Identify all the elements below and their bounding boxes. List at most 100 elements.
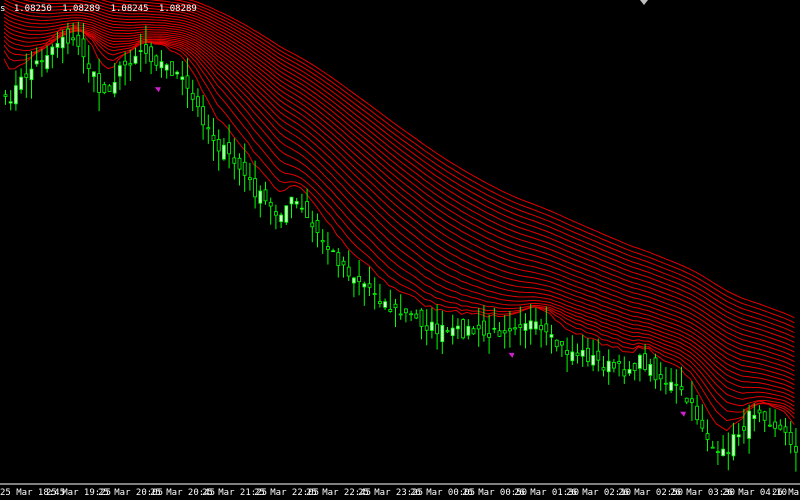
ohlc-header: s 1.08250 1.08289 1.08245 1.08289: [0, 2, 202, 16]
candle-body: [138, 50, 143, 53]
candle-body: [206, 127, 211, 130]
candle-body: [762, 411, 767, 421]
candle-body: [560, 341, 564, 346]
candles: [3, 21, 798, 472]
candle-body: [679, 386, 684, 391]
candle-body: [497, 330, 502, 337]
candle-body: [305, 201, 310, 219]
candle-body: [435, 323, 440, 335]
candle-body: [393, 303, 398, 309]
candle-body: [742, 426, 746, 431]
candle-body: [3, 94, 8, 97]
candle-body: [13, 85, 18, 105]
candle-body: [86, 63, 91, 70]
candle-body: [169, 61, 174, 76]
candle-body: [575, 352, 580, 356]
signal-arrow-icon: [154, 87, 161, 93]
candle-body: [232, 157, 237, 164]
candle-body: [34, 60, 39, 65]
ma-line: [11, 0, 795, 358]
candle-body: [242, 161, 247, 176]
candle-body: [320, 239, 325, 243]
candle-body: [310, 222, 315, 228]
candle-body: [149, 46, 154, 63]
candle-body: [643, 353, 647, 370]
candle-body: [726, 452, 731, 455]
ma-line: [3, 20, 795, 390]
candle-body: [580, 349, 585, 357]
candle-body: [159, 61, 164, 69]
candle-body: [195, 96, 200, 108]
candle-body: [263, 189, 268, 202]
candle-body: [570, 351, 575, 362]
candle-body: [403, 308, 408, 314]
candle-body: [513, 327, 517, 330]
candle-body: [523, 323, 528, 331]
candle-body: [279, 214, 284, 223]
candle-body: [118, 65, 122, 77]
candle-body: [773, 421, 777, 429]
candle-body: [154, 55, 159, 66]
candle-body: [164, 64, 169, 71]
candle-body: [398, 313, 403, 316]
candle-body: [653, 357, 658, 381]
candle-body: [507, 328, 512, 332]
candle-body: [372, 293, 377, 295]
chart-window[interactable]: s 1.08250 1.08289 1.08245 1.08289 25 Mar…: [0, 0, 800, 500]
candle-body: [367, 283, 372, 288]
candle-body: [273, 211, 278, 216]
ma-line: [3, 30, 795, 407]
ma-line: [3, 29, 795, 415]
candle-body: [19, 76, 24, 90]
candle-body: [596, 350, 601, 361]
high-price: 1.08289: [62, 4, 101, 14]
candle-body: [383, 301, 388, 308]
candle-body: [409, 313, 414, 316]
price-chart[interactable]: [0, 0, 800, 485]
candle-body: [492, 327, 497, 330]
candle-body: [783, 426, 788, 433]
candle-body: [76, 34, 81, 47]
candle-body: [377, 301, 382, 304]
candle-body: [185, 75, 190, 89]
candle-body: [8, 101, 13, 104]
ma-line: [3, 13, 795, 381]
candle-body: [253, 178, 258, 198]
candle-body: [429, 321, 434, 331]
candle-body: [143, 44, 148, 54]
candle-body: [388, 308, 393, 312]
candle-body: [315, 219, 320, 233]
candle-body: [92, 71, 96, 77]
ma-line: [3, 30, 795, 411]
ma-line: [172, 0, 795, 324]
signal-arrow-icon: [680, 411, 686, 417]
candle-body: [362, 283, 367, 288]
candle-body: [606, 360, 611, 373]
candle-body: [341, 260, 346, 266]
candle-body: [617, 361, 621, 364]
candle-body: [107, 85, 112, 92]
candle-body: [627, 368, 632, 374]
chart-shift-marker[interactable]: [640, 0, 648, 5]
candle-body: [768, 424, 772, 427]
symbol-fragment: s: [0, 4, 6, 14]
candle-body: [331, 250, 336, 253]
candle-body: [788, 431, 793, 445]
ma-line: [3, 24, 795, 394]
candle-body: [211, 135, 216, 141]
signal-arrow-icon: [508, 352, 515, 358]
candle-body: [123, 60, 127, 66]
candle-body: [471, 328, 476, 335]
candle-body: [700, 419, 705, 429]
ma-line: [3, 6, 795, 372]
candle-body: [66, 28, 70, 44]
candle-body: [632, 363, 637, 371]
candle-body: [757, 409, 762, 414]
candle-body: [175, 71, 180, 75]
candle-body: [414, 313, 419, 319]
ma-line: [3, 0, 795, 362]
low-price: 1.08245: [110, 4, 149, 14]
time-tick: 26 Mar 04:50: [772, 488, 800, 498]
candle-body: [424, 325, 429, 331]
candle-body: [247, 177, 252, 180]
